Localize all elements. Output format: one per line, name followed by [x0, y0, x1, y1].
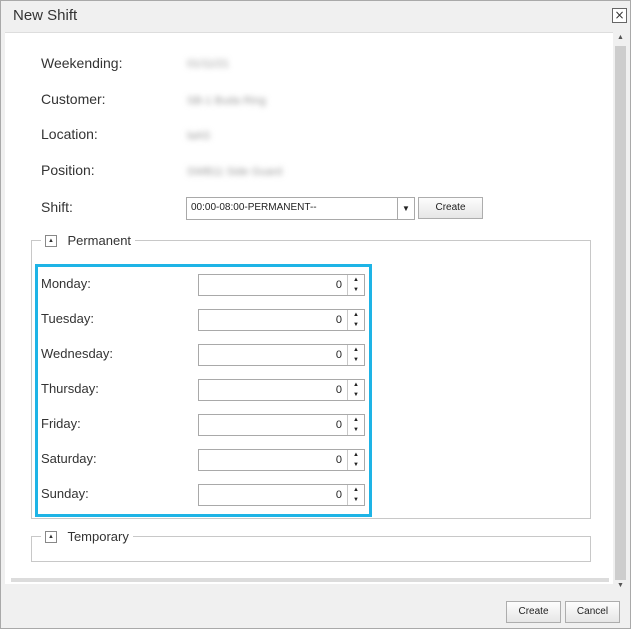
- position-label: Position:: [41, 162, 95, 178]
- collapse-up-icon[interactable]: ▲: [45, 234, 57, 247]
- location-label: Location:: [41, 126, 98, 142]
- title-bar: New Shift ×: [1, 1, 630, 31]
- location-value: laAS: [187, 130, 211, 142]
- permanent-days-highlight: [35, 264, 372, 517]
- weekending-label: Weekending:: [41, 55, 123, 71]
- shift-select-value: 00:00-08:00-PERMANENT--: [191, 202, 317, 213]
- cancel-button[interactable]: Cancel: [565, 601, 620, 623]
- shift-create-button[interactable]: Create: [418, 197, 483, 219]
- temporary-legend: ▲ Temporary: [41, 528, 133, 546]
- position-value: SWB11 Side Guard: [187, 166, 283, 178]
- customer-value: SB-1 Buda Ring: [187, 95, 266, 107]
- collapse-up-icon[interactable]: ▲: [45, 530, 57, 543]
- permanent-title: Permanent: [67, 233, 132, 249]
- close-icon[interactable]: ×: [612, 8, 627, 23]
- chevron-down-icon[interactable]: ▼: [397, 198, 414, 219]
- shift-select[interactable]: 00:00-08:00-PERMANENT-- ▼: [186, 197, 415, 220]
- create-button[interactable]: Create: [506, 601, 561, 623]
- scroll-thumb[interactable]: [615, 46, 626, 580]
- dialog-title: New Shift: [13, 7, 78, 24]
- vertical-scrollbar[interactable]: ▲ ▼: [613, 32, 628, 592]
- permanent-legend: ▲ Permanent: [41, 232, 136, 250]
- dialog-footer: Create Cancel: [1, 593, 630, 628]
- horizontal-scrollbar[interactable]: [11, 578, 609, 582]
- scroll-down-icon[interactable]: ▼: [613, 580, 628, 592]
- temporary-title: Temporary: [67, 529, 129, 545]
- scroll-up-icon[interactable]: ▲: [613, 32, 628, 44]
- customer-label: Customer:: [41, 91, 106, 107]
- shift-label: Shift:: [41, 199, 73, 215]
- new-shift-dialog: New Shift × Weekending: 01/11/21 Custome…: [0, 0, 631, 629]
- weekending-value: 01/11/21: [187, 58, 230, 70]
